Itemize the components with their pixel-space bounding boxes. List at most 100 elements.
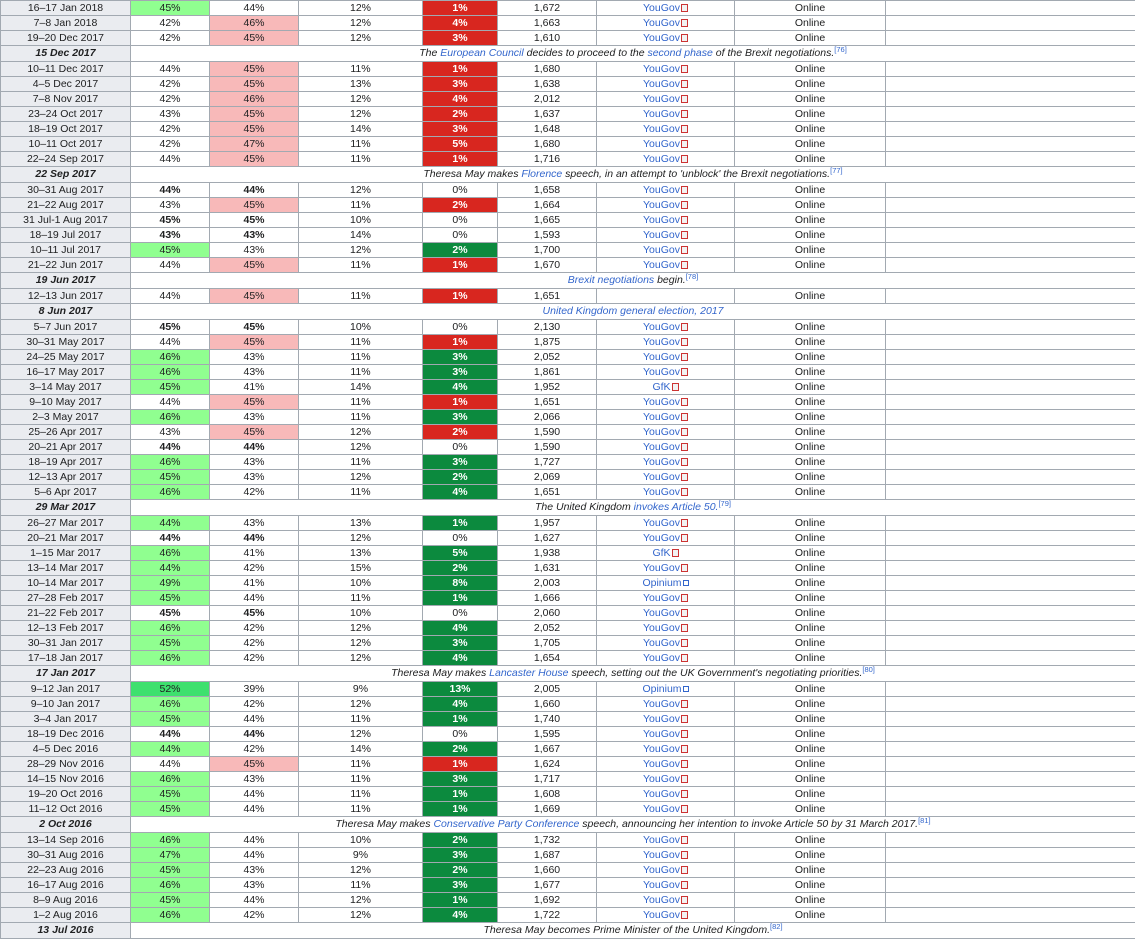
event-link[interactable]: second phase [647, 47, 712, 59]
pollster-link[interactable]: Opinium [642, 683, 681, 695]
pollster-link[interactable]: YouGov [643, 607, 680, 619]
remain-share: 43% [209, 515, 299, 531]
pollster-link[interactable]: YouGov [643, 879, 680, 891]
pollster-link[interactable]: YouGov [643, 244, 680, 256]
citation-ref[interactable]: [79] [718, 501, 731, 509]
lead-value: 0% [422, 227, 498, 243]
pollster-link[interactable]: YouGov [643, 788, 680, 800]
pollster-link[interactable]: YouGov [643, 517, 680, 529]
pollster-link[interactable]: YouGov [643, 184, 680, 196]
pollster-link[interactable]: YouGov [643, 592, 680, 604]
leave-share: 42% [130, 91, 210, 107]
pollster-link[interactable]: YouGov [643, 229, 680, 241]
pollster-link[interactable]: YouGov [643, 743, 680, 755]
pollster: YouGov [596, 771, 735, 787]
pollster-link[interactable]: YouGov [643, 2, 680, 14]
pollster-link[interactable]: YouGov [643, 411, 680, 423]
notes [885, 545, 1135, 561]
pdf-icon [680, 534, 688, 542]
remain-share: 45% [209, 605, 299, 621]
pollster-link[interactable]: YouGov [643, 864, 680, 876]
pollster: YouGov [596, 620, 735, 636]
citation-ref[interactable]: [77] [830, 168, 843, 176]
pollster: YouGov [596, 741, 735, 757]
poll-row: 10–11 Dec 2017 44% 45% 11% 1% 1,680 YouGov Onli… [0, 61, 1135, 77]
pollster: YouGov [596, 0, 735, 16]
sample-size: 1,740 [497, 711, 597, 727]
pollster-link[interactable]: YouGov [643, 138, 680, 150]
event-link[interactable]: Florence [521, 168, 562, 180]
pollster-link[interactable]: YouGov [643, 336, 680, 348]
pollster-link[interactable]: YouGov [643, 834, 680, 846]
pollster-link[interactable]: YouGov [643, 909, 680, 921]
fieldwork-date: 9–10 May 2017 [0, 394, 131, 410]
undecided-share: 11% [298, 349, 423, 365]
pollster-link[interactable]: YouGov [643, 562, 680, 574]
poll-row: 4–5 Dec 2017 42% 45% 13% 3% 1,638 YouGov Online [0, 76, 1135, 92]
sample-size: 2,066 [497, 409, 597, 425]
citation-ref[interactable]: [80] [862, 667, 875, 675]
pollster-link[interactable]: YouGov [643, 456, 680, 468]
notes [885, 0, 1135, 16]
sample-size: 1,651 [497, 484, 597, 500]
citation-ref[interactable]: [76] [834, 47, 847, 55]
poll-row: 17–18 Jan 2017 46% 42% 12% 4% 1,654 YouGov Onli… [0, 650, 1135, 666]
pollster-link[interactable]: YouGov [643, 32, 680, 44]
pollster-link[interactable]: YouGov [643, 123, 680, 135]
pollster-link[interactable]: YouGov [643, 199, 680, 211]
event-link[interactable]: European Council [440, 47, 523, 59]
citation-ref[interactable]: [78] [686, 274, 699, 282]
pollster-link[interactable]: YouGov [643, 321, 680, 333]
pollster-link[interactable]: YouGov [643, 698, 680, 710]
pollster-link[interactable]: YouGov [643, 652, 680, 664]
lead-value: 4% [422, 379, 498, 395]
pollster-link[interactable]: YouGov [643, 396, 680, 408]
remain-share: 43% [209, 409, 299, 425]
pollster-link[interactable]: YouGov [643, 366, 680, 378]
pollster-link[interactable]: YouGov [643, 773, 680, 785]
pollster-link[interactable]: YouGov [643, 17, 680, 29]
event-link[interactable]: Conservative Party Conference [433, 818, 579, 830]
pollster-link[interactable]: YouGov [643, 108, 680, 120]
pollster-link[interactable]: YouGov [643, 894, 680, 906]
pollster-link[interactable]: YouGov [643, 849, 680, 861]
pollster-link[interactable]: YouGov [643, 441, 680, 453]
pollster-link[interactable]: YouGov [643, 728, 680, 740]
pollster-link[interactable]: YouGov [643, 803, 680, 815]
pdf-icon [671, 383, 679, 391]
sample-size: 1,952 [497, 379, 597, 395]
pollster-link[interactable]: YouGov [643, 63, 680, 75]
pollster-link[interactable]: YouGov [643, 471, 680, 483]
lead-value: 2% [422, 106, 498, 122]
pollster-link[interactable]: YouGov [643, 153, 680, 165]
pollster-link[interactable]: YouGov [643, 426, 680, 438]
pollster-link[interactable]: YouGov [643, 532, 680, 544]
pollster-link[interactable]: YouGov [643, 622, 680, 634]
notes [885, 106, 1135, 122]
pollster-link[interactable]: YouGov [643, 93, 680, 105]
event-link[interactable]: United Kingdom general election, 2017 [543, 305, 724, 317]
pollster-link[interactable]: YouGov [643, 78, 680, 90]
pollster-link[interactable]: GfK [652, 547, 670, 559]
pollster: YouGov [596, 605, 735, 621]
sample-size: 1,716 [497, 151, 597, 167]
lead-value: 3% [422, 76, 498, 92]
pollster-link[interactable]: YouGov [643, 351, 680, 363]
leave-share: 44% [130, 726, 210, 742]
remain-share: 42% [209, 741, 299, 757]
event-link[interactable]: Lancaster House [489, 667, 568, 679]
pollster-link[interactable]: YouGov [643, 259, 680, 271]
citation-ref[interactable]: [81] [918, 818, 931, 826]
event-link[interactable]: Brexit negotiations [568, 274, 654, 286]
pollster-link[interactable]: YouGov [643, 758, 680, 770]
pollster-link[interactable]: GfK [652, 381, 670, 393]
citation-ref[interactable]: [82] [770, 924, 783, 932]
pollster-link[interactable]: YouGov [643, 713, 680, 725]
fieldwork-date: 27–28 Feb 2017 [0, 590, 131, 606]
pollster-link[interactable]: YouGov [643, 486, 680, 498]
pollster-link[interactable]: YouGov [643, 214, 680, 226]
pollster-link[interactable]: YouGov [643, 637, 680, 649]
pollster: YouGov [596, 847, 735, 863]
event-link[interactable]: invokes Article 50. [634, 501, 719, 513]
pollster-link[interactable]: Opinium [642, 577, 681, 589]
